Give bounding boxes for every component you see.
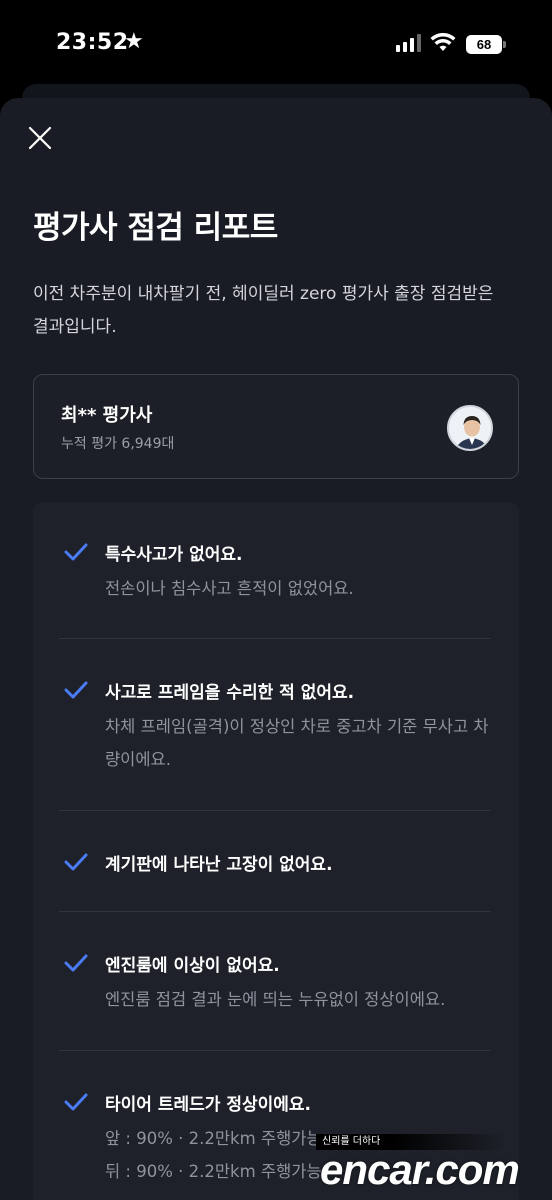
battery-icon: 68 (466, 35, 502, 54)
battery-tip (503, 41, 506, 48)
checklist-item-title: 사고로 프레임을 수리한 적 없어요. (105, 683, 355, 703)
check-icon (64, 1093, 88, 1111)
encar-watermark: 신뢰를 더하다 encar.com (316, 1134, 552, 1200)
star-icon: ★ (124, 29, 144, 54)
check-icon (64, 543, 88, 561)
check-icon (64, 681, 88, 699)
inspection-checklist: 특수사고가 없어요. 전손이나 침수사고 흔적이 없었어요. 사고로 프레임을 … (33, 502, 519, 1200)
checklist-item-title: 계기판에 나타난 고장이 없어요. (105, 855, 333, 875)
checklist-item-subtitle: 엔진룸 점검 결과 눈에 띄는 누유없이 정상이에요. (105, 990, 446, 1009)
checklist-item-title: 엔진룸에 이상이 없어요. (105, 956, 280, 976)
appraiser-count: 누적 평가 6,949대 (61, 436, 175, 452)
checklist-item-subtitle: 전손이나 침수사고 흔적이 없었어요. (105, 579, 354, 598)
checklist-item-subtitle: 차체 프레임(골격)이 정상인 차로 중고차 기준 무사고 차량이에요. (105, 717, 489, 769)
appraiser-avatar (447, 405, 493, 451)
checklist-item-title: 특수사고가 없어요. (105, 545, 243, 565)
appraiser-name: 최** 평가사 (61, 405, 153, 426)
check-icon (64, 954, 88, 972)
wifi-icon (430, 33, 456, 51)
divider (59, 638, 491, 639)
appraiser-card[interactable]: 최** 평가사 누적 평가 6,949대 (33, 374, 519, 479)
report-description: 이전 차주분이 내차팔기 전, 헤이딜러 zero 평가사 출장 점검받은 결과… (33, 284, 494, 337)
status-bar: 23:52 ★ 68 (0, 0, 552, 88)
status-time: 23:52 (56, 30, 129, 55)
divider (59, 911, 491, 912)
checklist-item-title: 타이어 트레드가 정상이에요. (105, 1095, 311, 1115)
encar-logo: encar.com (320, 1146, 520, 1193)
divider (59, 1050, 491, 1051)
check-icon (64, 853, 88, 871)
divider (59, 810, 491, 811)
close-icon[interactable] (24, 122, 56, 154)
page-title: 평가사 점검 리포트 (33, 210, 278, 246)
cellular-signal-icon (396, 34, 421, 52)
